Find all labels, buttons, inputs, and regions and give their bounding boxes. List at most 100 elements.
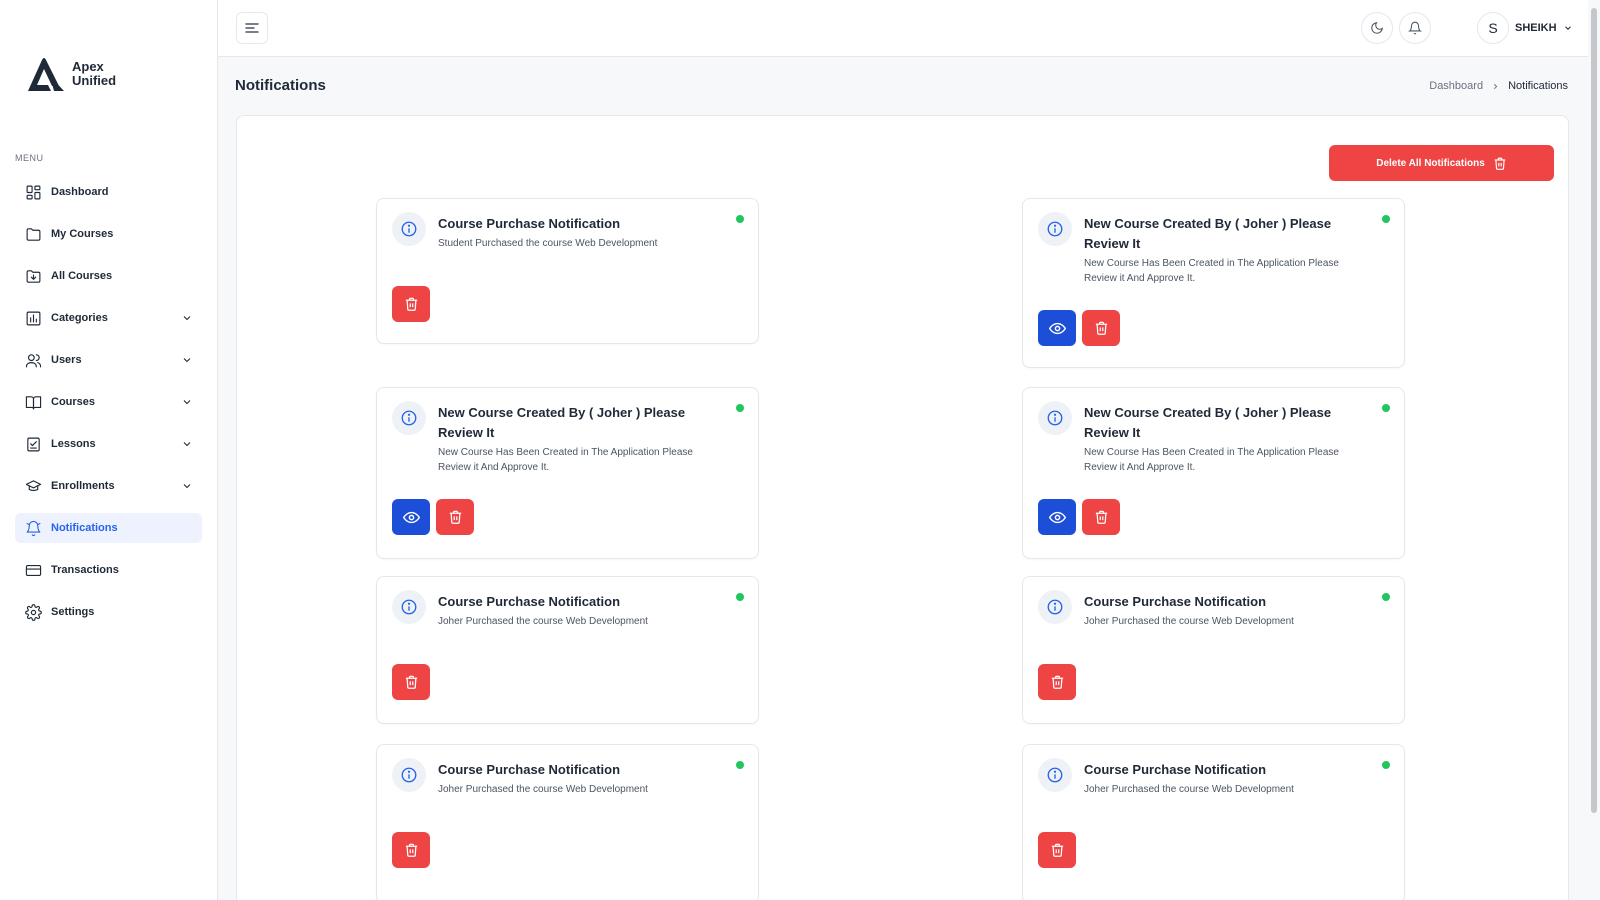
breadcrumb: Dashboard Notifications (1429, 80, 1568, 92)
delete-notification-button[interactable] (1038, 832, 1076, 868)
avatar[interactable]: S (1477, 12, 1509, 44)
notification-card: New Course Created By ( Joher ) Please R… (1022, 198, 1405, 368)
notification-title: New Course Created By ( Joher ) Please R… (1084, 216, 1332, 251)
user-name[interactable]: SHEIKH (1515, 22, 1557, 34)
info-icon (1038, 212, 1072, 246)
sidebar-item-users[interactable]: Users (15, 345, 202, 375)
notification-title: New Course Created By ( Joher ) Please R… (1084, 405, 1332, 440)
logo-line1: Apex (72, 59, 104, 74)
sidebar-item-label: Enrollments (51, 480, 115, 492)
sidebar-item-transactions[interactable]: Transactions (15, 555, 202, 585)
sidebar-nav: Dashboard My Courses All Courses Categories… (15, 177, 202, 639)
notification-title: Course Purchase Notification (438, 762, 621, 777)
top-header: S SHEIKH (218, 0, 1588, 57)
delete-notification-button[interactable] (436, 499, 474, 535)
info-icon (392, 212, 426, 246)
view-notification-button[interactable] (1038, 499, 1076, 535)
sidebar-item-categories[interactable]: Categories (15, 303, 202, 333)
notification-actions (392, 499, 474, 535)
bell-icon (24, 519, 42, 537)
sidebar: Apex Unified MENU Dashboard My Courses All… (0, 0, 218, 900)
chevron-down-icon[interactable] (181, 396, 193, 408)
menu-toggle-button[interactable] (236, 12, 268, 44)
sidebar-item-notifications[interactable]: Notifications (15, 513, 202, 543)
chevron-down-icon[interactable] (181, 312, 193, 324)
notification-title: New Course Created By ( Joher ) Please R… (438, 405, 686, 440)
notification-actions (392, 832, 430, 868)
trash-icon (1094, 509, 1109, 525)
menu-label: MENU (15, 153, 44, 163)
info-icon (392, 758, 426, 792)
notification-card: Course Purchase Notification Joher Purcha… (1022, 744, 1405, 900)
sidebar-item-my-courses[interactable]: My Courses (15, 219, 202, 249)
delete-notification-button[interactable] (392, 832, 430, 868)
notification-body: Joher Purchased the course Web Developme… (438, 784, 648, 795)
logo[interactable]: Apex Unified (26, 56, 116, 92)
credit-card-icon (24, 561, 42, 579)
book-icon (24, 393, 42, 411)
breadcrumb-dashboard-link[interactable]: Dashboard (1429, 80, 1483, 92)
unread-dot (1382, 215, 1390, 223)
sidebar-item-all-courses[interactable]: All Courses (15, 261, 202, 291)
notifications-panel: Delete All Notifications Course Purchase… (236, 115, 1569, 900)
page-scrollbar[interactable] (1590, 0, 1598, 900)
unread-dot (1382, 761, 1390, 769)
sidebar-item-label: Courses (51, 396, 96, 408)
chevron-down-icon[interactable] (181, 354, 193, 366)
unread-dot (1382, 593, 1390, 601)
sidebar-item-label: Dashboard (51, 186, 109, 198)
sidebar-item-dashboard[interactable]: Dashboard (15, 177, 202, 207)
trash-icon (404, 674, 419, 690)
eye-icon (402, 509, 420, 526)
delete-notification-button[interactable] (1038, 664, 1076, 700)
notification-card: Course Purchase Notification Joher Purcha… (376, 576, 759, 724)
sidebar-item-enrollments[interactable]: Enrollments (15, 471, 202, 501)
sidebar-item-courses[interactable]: Courses (15, 387, 202, 417)
dark-mode-toggle-button[interactable] (1361, 12, 1393, 44)
trash-icon (404, 296, 419, 312)
view-notification-button[interactable] (392, 499, 430, 535)
trash-icon (448, 509, 463, 525)
unread-dot (736, 404, 744, 412)
delete-all-notifications-button[interactable]: Delete All Notifications (1329, 145, 1554, 181)
user-menu[interactable]: S SHEIKH (1477, 12, 1573, 44)
chevron-down-icon (1564, 26, 1571, 30)
logo-line2: Unified (72, 73, 117, 88)
notification-body: Joher Purchased the course Web Developme… (438, 616, 648, 627)
bar-chart-icon (24, 309, 42, 327)
info-icon (1038, 401, 1072, 435)
notification-card: New Course Created By ( Joher ) Please R… (1022, 387, 1405, 559)
chevron-down-icon[interactable] (181, 480, 193, 492)
notification-body: Joher Purchased the course Web Developme… (1084, 616, 1294, 627)
notification-card: Course Purchase Notification Student Purc… (376, 198, 759, 344)
notification-title: Course Purchase Notification (438, 216, 621, 231)
notification-actions (1038, 499, 1120, 535)
folder-icon (24, 225, 42, 243)
breadcrumb-current: Notifications (1508, 80, 1568, 92)
delete-notification-button[interactable] (1082, 310, 1120, 346)
chevron-down-icon[interactable] (181, 438, 193, 450)
view-notification-button[interactable] (1038, 310, 1076, 346)
sidebar-item-lessons[interactable]: Lessons (15, 429, 202, 459)
delete-notification-button[interactable] (392, 286, 430, 322)
sidebar-item-label: Lessons (51, 438, 96, 450)
sidebar-item-label: Transactions (51, 564, 119, 576)
scrollbar-thumb[interactable] (1591, 8, 1597, 813)
trash-icon (1050, 842, 1065, 858)
sidebar-item-settings[interactable]: Settings (15, 597, 202, 627)
trash-icon (404, 842, 419, 858)
info-icon (1038, 758, 1072, 792)
notification-card: New Course Created By ( Joher ) Please R… (376, 387, 759, 559)
trash-icon (1494, 157, 1506, 170)
page-title: Notifications (235, 77, 326, 94)
notifications-button[interactable] (1399, 12, 1431, 44)
info-icon (392, 401, 426, 435)
notification-title: Course Purchase Notification (1084, 762, 1267, 777)
info-icon (1038, 590, 1072, 624)
delete-notification-button[interactable] (392, 664, 430, 700)
sidebar-item-label: Users (51, 354, 82, 366)
users-icon (24, 351, 42, 369)
sidebar-item-label: Categories (51, 312, 108, 324)
delete-notification-button[interactable] (1082, 499, 1120, 535)
notification-title: Course Purchase Notification (1084, 594, 1267, 609)
